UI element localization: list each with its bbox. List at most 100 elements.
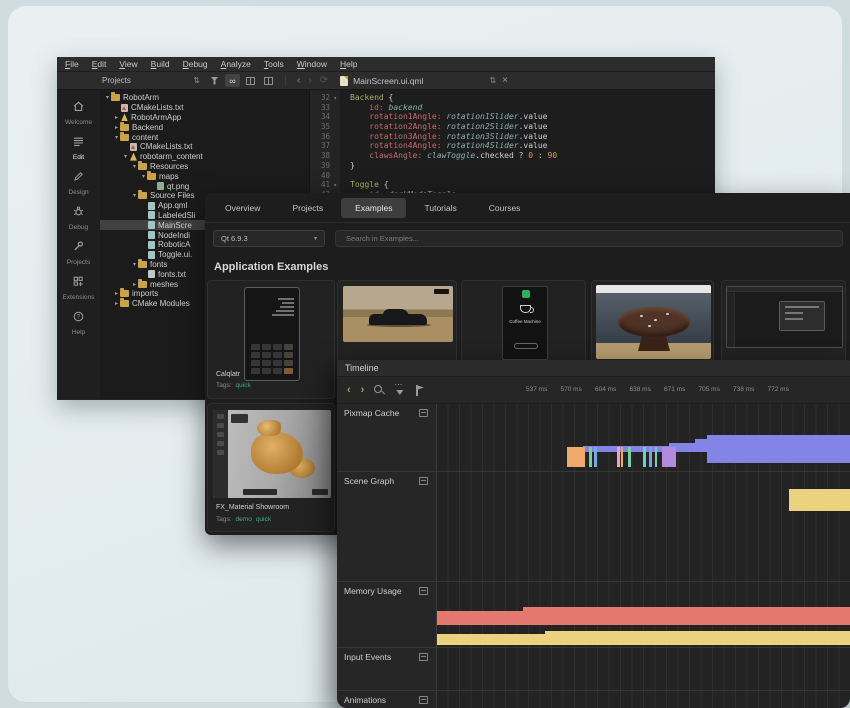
tree-item-robotarmapp[interactable]: ▸RobotArmApp — [100, 113, 309, 123]
tab-overview[interactable]: Overview — [211, 198, 274, 218]
tree-item-cmakelists-txt[interactable]: CMakeLists.txt — [100, 103, 309, 113]
tree-item-robotarm[interactable]: ▾RobotArm — [100, 93, 309, 103]
branch-closed-icon[interactable]: ▸ — [113, 124, 120, 131]
event-bar-purple[interactable] — [662, 447, 676, 467]
branch-open-icon[interactable]: ▾ — [104, 94, 111, 101]
prev-event-icon[interactable]: ‹ — [347, 384, 351, 396]
event-bar-salmon[interactable] — [523, 607, 850, 625]
event-bar-yellow[interactable] — [789, 489, 850, 511]
tab-courses[interactable]: Courses — [475, 198, 535, 218]
menu-build[interactable]: Build — [151, 59, 170, 69]
tag-quick[interactable]: quick — [236, 382, 251, 389]
go-back-icon[interactable]: ‹ — [297, 75, 300, 86]
go-forward-icon[interactable]: › — [308, 75, 311, 86]
tree-item-qt-png[interactable]: qt.png — [100, 181, 309, 191]
tree-item-resources[interactable]: ▾Resources — [100, 162, 309, 172]
example-card-calqlatr[interactable]: Calqlatr Tags:quick — [207, 280, 335, 399]
expand-row-icon[interactable] — [419, 409, 428, 417]
event-bar-orange[interactable] — [567, 447, 585, 467]
qt-version-select[interactable]: Qt 6.9.3 ▾ — [213, 230, 325, 247]
document-switch-icon[interactable]: ⇅ — [489, 77, 496, 85]
row-chart-area[interactable] — [437, 582, 850, 647]
sidebar-item-debug[interactable]: Debug — [57, 200, 100, 235]
tree-item-content[interactable]: ▾content — [100, 132, 309, 142]
sidebar-item-welcome[interactable]: Welcome — [57, 95, 100, 130]
sidebar-item-help[interactable]: ?Help — [57, 305, 100, 340]
sidebar-item-design[interactable]: Design — [57, 165, 100, 200]
tab-examples[interactable]: Examples — [341, 198, 406, 218]
branch-closed-icon[interactable]: ▸ — [113, 114, 120, 121]
event-bar-periwinkle[interactable] — [707, 435, 850, 463]
event-bar-teal[interactable] — [643, 447, 646, 467]
view-filter-icon[interactable] — [394, 385, 405, 395]
branch-open-icon[interactable]: ▾ — [131, 192, 138, 199]
fold-marker-icon[interactable]: ▾ — [330, 95, 337, 102]
branch-closed-icon[interactable]: ▸ — [131, 281, 138, 288]
qml-icon — [148, 202, 155, 210]
event-bar-green[interactable] — [589, 447, 592, 467]
event-bar-blue[interactable] — [649, 447, 652, 467]
menu-analyze[interactable]: Analyze — [221, 59, 251, 69]
event-bar-pink[interactable] — [617, 447, 620, 467]
row-chart-area[interactable] — [437, 648, 850, 690]
branch-open-icon[interactable]: ▾ — [140, 173, 147, 180]
expand-row-icon[interactable] — [419, 696, 428, 704]
zoom-icon[interactable] — [374, 385, 384, 395]
example-card-fx-material-showroom[interactable]: FX_Material Showroom Tags:demoquick — [207, 403, 335, 532]
filter-icon[interactable] — [207, 74, 222, 87]
event-bar-orange[interactable] — [621, 447, 623, 467]
next-event-icon[interactable]: › — [361, 384, 365, 396]
event-bar-yellow[interactable] — [437, 634, 547, 645]
line-number: 39 — [310, 161, 340, 171]
link-with-editor-icon[interactable]: ∞ — [225, 74, 240, 87]
event-bar-teal[interactable] — [655, 447, 657, 467]
expand-row-icon[interactable] — [419, 653, 428, 661]
menu-edit[interactable]: Edit — [92, 59, 107, 69]
menu-file[interactable]: File — [65, 59, 79, 69]
close-split-icon[interactable] — [261, 74, 276, 87]
tag-demo[interactable]: demo — [236, 516, 252, 523]
event-bar-green[interactable] — [628, 447, 631, 467]
tree-item-backend[interactable]: ▸Backend — [100, 122, 309, 132]
row-chart-area[interactable] — [437, 404, 850, 471]
row-chart-area[interactable] — [437, 691, 850, 708]
sidebar-item-extensions[interactable]: Extensions — [57, 270, 100, 305]
menu-debug[interactable]: Debug — [183, 59, 208, 69]
tab-tutorials[interactable]: Tutorials — [410, 198, 470, 218]
event-bar-salmon[interactable] — [437, 611, 525, 625]
branch-open-icon[interactable]: ▾ — [113, 134, 120, 141]
expand-row-icon[interactable] — [419, 477, 428, 485]
open-file-tab[interactable]: MainScreen.ui.qml — [353, 76, 423, 86]
row-chart-area[interactable] — [437, 472, 850, 581]
folder-icon — [147, 173, 156, 180]
sidebar-item-edit[interactable]: Edit — [57, 130, 100, 165]
tab-projects[interactable]: Projects — [278, 198, 337, 218]
branch-open-icon[interactable]: ▾ — [131, 261, 138, 268]
reload-icon[interactable]: ⟳ — [320, 75, 328, 86]
close-file-icon[interactable]: × — [502, 75, 508, 86]
event-bar-blue[interactable] — [594, 447, 597, 467]
sidebar-item-projects[interactable]: Projects — [57, 235, 100, 270]
branch-closed-icon[interactable]: ▸ — [113, 300, 120, 307]
app-icon — [130, 153, 137, 161]
branch-open-icon[interactable]: ▾ — [131, 163, 138, 170]
row-label: Pixmap Cache — [344, 408, 399, 418]
search-input[interactable]: Search in Examples... — [335, 230, 843, 247]
expand-row-icon[interactable] — [419, 587, 428, 595]
menu-tools[interactable]: Tools — [264, 59, 284, 69]
branch-closed-icon[interactable]: ▸ — [113, 290, 120, 297]
tree-item-robotarm-content[interactable]: ▾robotarm_content — [100, 152, 309, 162]
event-bar-yellow[interactable] — [545, 631, 850, 645]
tree-item-maps[interactable]: ▾maps — [100, 171, 309, 181]
range-selection-icon[interactable] — [415, 385, 424, 396]
fold-marker-icon[interactable]: ▾ — [330, 182, 337, 189]
branch-open-icon[interactable]: ▾ — [122, 153, 129, 160]
tree-item-cmakelists-txt[interactable]: CMakeLists.txt — [100, 142, 309, 152]
menu-view[interactable]: View — [119, 59, 137, 69]
event-bar-periwinkle[interactable] — [695, 439, 707, 452]
tag-quick[interactable]: quick — [256, 516, 271, 523]
menu-help[interactable]: Help — [340, 59, 357, 69]
projects-selector[interactable]: Projects ⇅ — [98, 74, 204, 87]
split-editor-icon[interactable] — [243, 74, 258, 87]
menu-window[interactable]: Window — [297, 59, 327, 69]
